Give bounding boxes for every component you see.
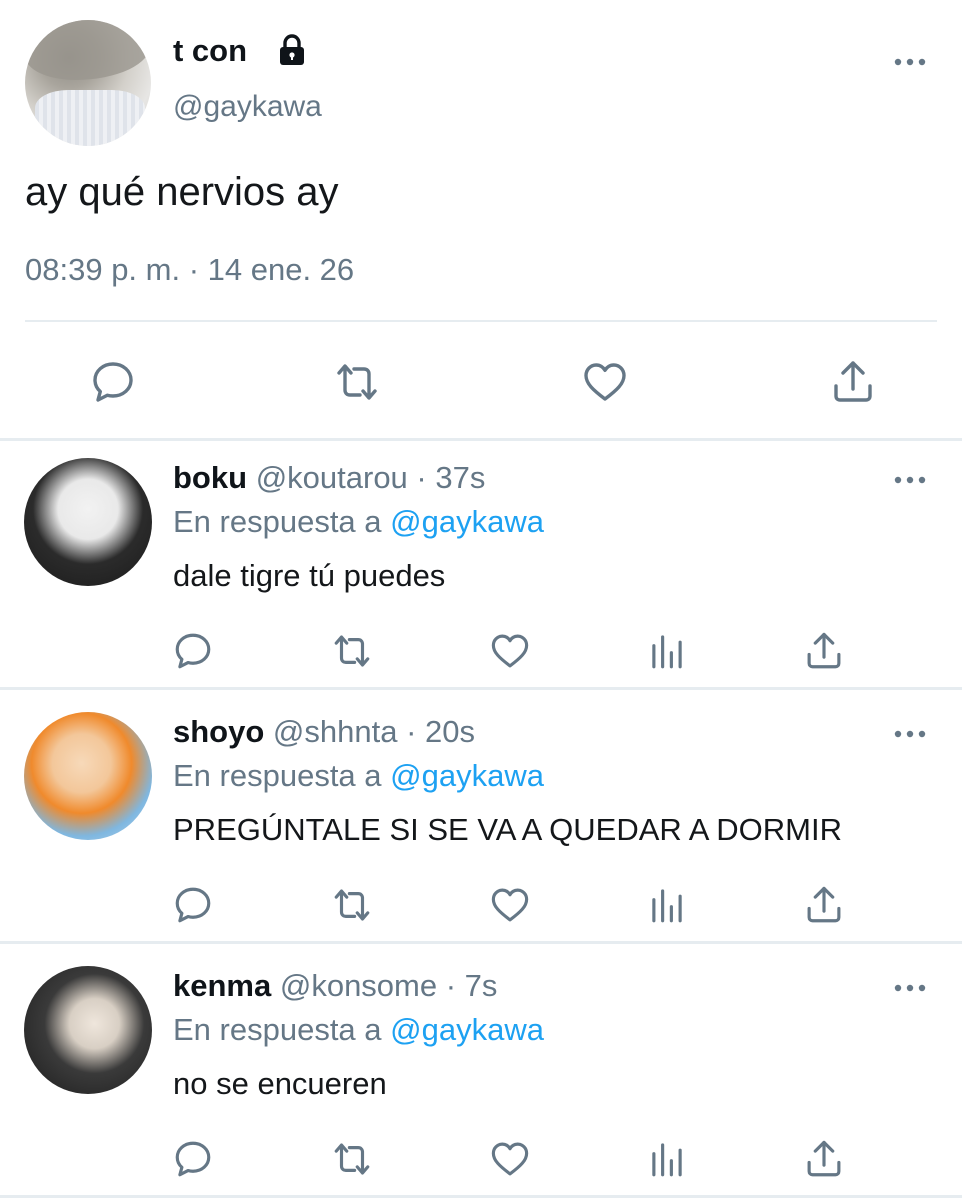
divider — [0, 438, 962, 441]
main-avatar[interactable] — [25, 20, 151, 146]
reply-avatar[interactable] — [24, 458, 152, 586]
share-icon[interactable] — [803, 630, 845, 672]
main-tweet-text: ay qué nervios ay — [25, 170, 339, 214]
divider — [0, 687, 962, 690]
reply-avatar[interactable] — [24, 712, 152, 840]
reply-display-name[interactable]: boku — [173, 460, 247, 495]
reply-to-link[interactable]: @gaykawa — [390, 504, 544, 539]
retweet-icon[interactable] — [331, 884, 373, 926]
reply-handle[interactable]: @koutarou — [256, 460, 408, 495]
reply-icon[interactable] — [89, 358, 137, 406]
reply-display-name[interactable]: kenma — [173, 968, 271, 1003]
analytics-icon[interactable] — [646, 1138, 688, 1180]
reply-time: · 37s — [416, 460, 486, 495]
share-icon[interactable] — [803, 1138, 845, 1180]
reply-tweet[interactable]: kenma @konsome · 7s En respuesta a @gayk… — [0, 950, 962, 1199]
reply-icon[interactable] — [172, 884, 214, 926]
reply-prefix: En respuesta a — [173, 504, 382, 539]
more-options-icon[interactable] — [893, 978, 927, 998]
reply-icon[interactable] — [172, 630, 214, 672]
reply-prefix: En respuesta a — [173, 758, 382, 793]
more-options-icon[interactable] — [893, 470, 927, 490]
main-tweet: t con @gaykawa ay qué nervios ay 08:39 p… — [0, 0, 962, 440]
reply-tweet[interactable]: shoyo @shhnta · 20s En respuesta a @gayk… — [0, 696, 962, 950]
analytics-icon[interactable] — [646, 630, 688, 672]
share-icon[interactable] — [803, 884, 845, 926]
reply-time: · 20s — [406, 714, 476, 749]
reply-icon[interactable] — [172, 1138, 214, 1180]
retweet-icon[interactable] — [333, 358, 381, 406]
reply-handle[interactable]: @shhnta — [273, 714, 398, 749]
reply-to-link[interactable]: @gaykawa — [390, 1012, 544, 1047]
divider — [0, 941, 962, 944]
reply-to-link[interactable]: @gaykawa — [390, 758, 544, 793]
divider — [25, 320, 937, 322]
like-icon[interactable] — [489, 1138, 531, 1180]
reply-avatar[interactable] — [24, 966, 152, 1094]
reply-header: shoyo @shhnta · 20s — [173, 714, 475, 750]
main-timestamp[interactable]: 08:39 p. m. · 14 ene. 26 — [25, 252, 354, 288]
analytics-icon[interactable] — [646, 884, 688, 926]
lock-icon — [280, 34, 304, 65]
reply-time: · 7s — [445, 968, 498, 1003]
main-display-name[interactable]: t con — [173, 33, 247, 69]
reply-text: no se encueren — [173, 1066, 387, 1101]
more-options-icon[interactable] — [893, 52, 927, 72]
like-icon[interactable] — [489, 884, 531, 926]
reply-display-name[interactable]: shoyo — [173, 714, 264, 749]
retweet-icon[interactable] — [331, 630, 373, 672]
like-icon[interactable] — [581, 358, 629, 406]
main-handle[interactable]: @gaykawa — [173, 90, 322, 124]
reply-prefix: En respuesta a — [173, 1012, 382, 1047]
reply-header: kenma @konsome · 7s — [173, 968, 497, 1004]
more-options-icon[interactable] — [893, 724, 927, 744]
reply-context: En respuesta a @gaykawa — [173, 1012, 544, 1048]
reply-context: En respuesta a @gaykawa — [173, 504, 544, 540]
reply-text: dale tigre tú puedes — [173, 558, 446, 593]
reply-text: PREGÚNTALE SI SE VA A QUEDAR A DORMIR — [173, 812, 842, 847]
reply-header: boku @koutarou · 37s — [173, 460, 485, 496]
reply-tweet[interactable]: boku @koutarou · 37s En respuesta a @gay… — [0, 442, 962, 696]
retweet-icon[interactable] — [331, 1138, 373, 1180]
like-icon[interactable] — [489, 630, 531, 672]
share-icon[interactable] — [829, 358, 877, 406]
divider — [0, 1195, 962, 1198]
reply-handle[interactable]: @konsome — [280, 968, 437, 1003]
reply-context: En respuesta a @gaykawa — [173, 758, 544, 794]
